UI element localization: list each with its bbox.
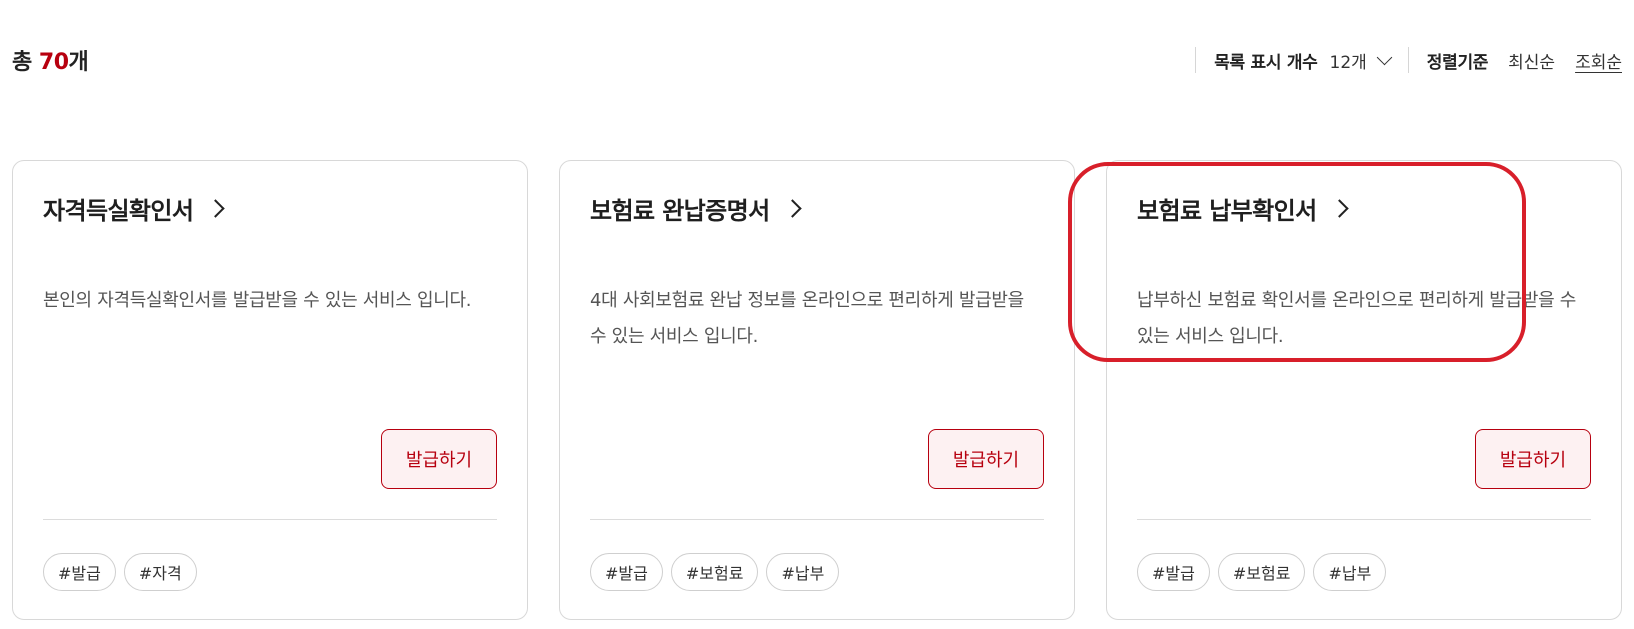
card-description: 본인의 자격득실확인서를 발급받을 수 있는 서비스 입니다. xyxy=(43,290,472,311)
page-size-control: 목록 표시 개수 12개 xyxy=(1196,48,1408,73)
page-size-select[interactable]: 12개 xyxy=(1329,48,1393,73)
chevron-right-icon xyxy=(206,199,226,218)
tag[interactable]: #발급 xyxy=(590,553,663,591)
tag[interactable]: #발급 xyxy=(1137,553,1210,591)
service-card: 보험료 납부확인서 납부하신 보험료 확인서를 온라인으로 편리하게 발급받을 … xyxy=(1106,160,1622,620)
chevron-down-icon xyxy=(1376,49,1393,65)
tag-list: #발급 #자격 xyxy=(43,553,197,591)
tag-list: #발급 #보험료 #납부 xyxy=(590,553,840,591)
total-number: 70 xyxy=(38,50,69,75)
issue-button[interactable]: 발급하기 xyxy=(928,429,1044,489)
service-card: 자격득실확인서 본인의 자격득실확인서를 발급받을 수 있는 서비스 입니다. … xyxy=(12,160,528,620)
list-controls: 목록 표시 개수 12개 정렬기준 최신순 조회순 xyxy=(1195,46,1622,74)
total-suffix: 개 xyxy=(68,50,89,75)
page-size-label: 목록 표시 개수 xyxy=(1214,52,1318,73)
card-title: 자격득실확인서 xyxy=(43,197,194,225)
card-title-link[interactable]: 보험료 납부확인서 xyxy=(1137,191,1349,226)
card-description: 4대 사회보험료 완납 정보를 온라인으로 편리하게 발급받을 수 있는 서비스… xyxy=(590,290,1024,347)
tag[interactable]: #자격 xyxy=(123,553,197,591)
tag[interactable]: #납부 xyxy=(766,553,840,591)
page-size-value: 12개 xyxy=(1329,52,1367,73)
sort-label: 정렬기준 xyxy=(1426,52,1489,73)
issue-button[interactable]: 발급하기 xyxy=(1475,429,1591,489)
chevron-right-icon xyxy=(782,199,802,218)
tag[interactable]: #납부 xyxy=(1313,553,1387,591)
issue-button[interactable]: 발급하기 xyxy=(381,429,497,489)
sort-option-latest[interactable]: 최신순 xyxy=(1508,48,1555,73)
card-title-link[interactable]: 보험료 완납증명서 xyxy=(590,191,802,226)
service-card: 보험료 완납증명서 4대 사회보험료 완납 정보를 온라인으로 편리하게 발급받… xyxy=(559,160,1075,620)
total-count: 총 70개 xyxy=(12,44,89,76)
chevron-right-icon xyxy=(1329,199,1349,218)
card-title: 보험료 납부확인서 xyxy=(1137,197,1317,225)
card-divider xyxy=(1137,519,1591,520)
total-prefix: 총 xyxy=(12,50,39,75)
card-divider xyxy=(43,519,497,520)
card-title-link[interactable]: 자격득실확인서 xyxy=(43,191,226,226)
sort-option-views[interactable]: 조회순 xyxy=(1575,48,1622,73)
card-title: 보험료 완납증명서 xyxy=(590,197,770,225)
tag[interactable]: #발급 xyxy=(43,553,116,591)
tag[interactable]: #보험료 xyxy=(1217,553,1306,591)
service-card-list: 자격득실확인서 본인의 자격득실확인서를 발급받을 수 있는 서비스 입니다. … xyxy=(12,160,1622,620)
card-divider xyxy=(590,519,1044,520)
sort-control: 정렬기준 최신순 조회순 xyxy=(1409,48,1622,73)
tag-list: #발급 #보험료 #납부 xyxy=(1137,553,1387,591)
list-header: 총 70개 목록 표시 개수 12개 정렬기준 최신순 조회순 xyxy=(12,40,1622,80)
tag[interactable]: #보험료 xyxy=(670,553,759,591)
card-description: 납부하신 보험료 확인서를 온라인으로 편리하게 발급받을 수 있는 서비스 입… xyxy=(1137,290,1577,347)
